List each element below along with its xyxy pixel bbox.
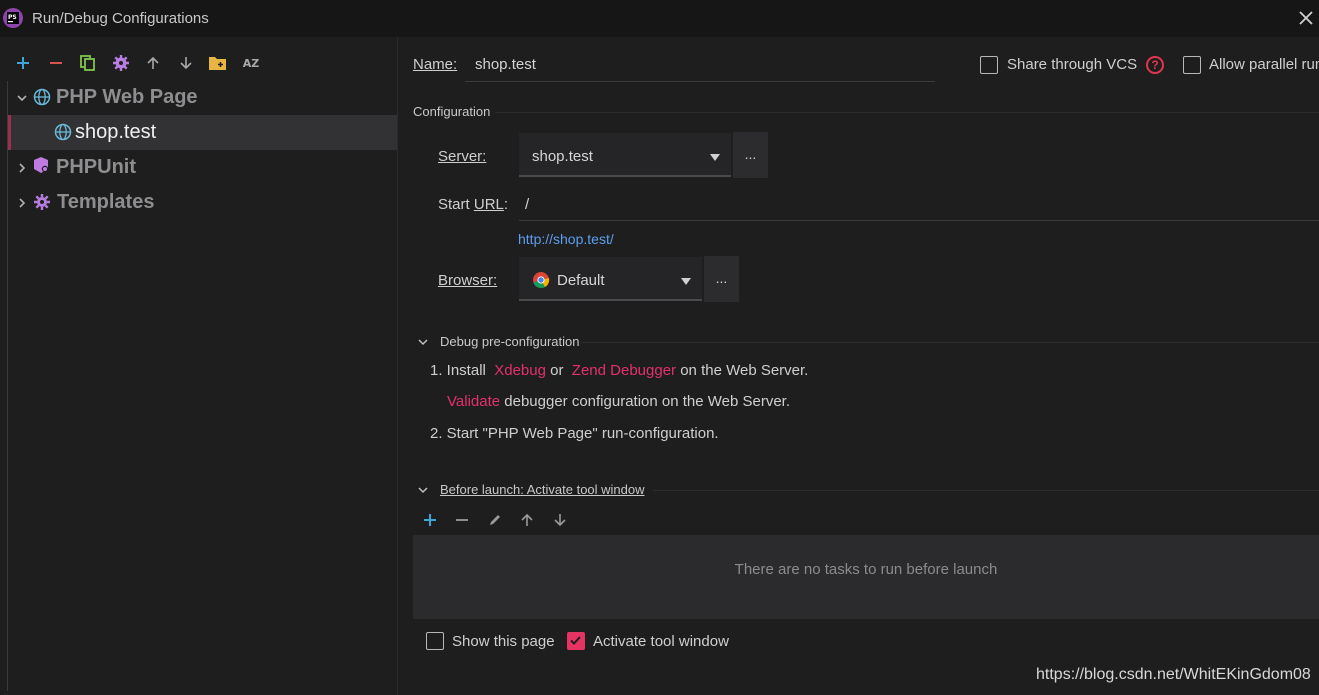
chevron-down-icon[interactable]	[16, 92, 28, 104]
before-launch-task-list[interactable]: There are no tasks to run before launch	[413, 535, 1319, 619]
chevron-right-icon[interactable]	[16, 162, 28, 174]
zend-debugger-link[interactable]: Zend Debugger	[572, 362, 676, 379]
globe-icon	[54, 123, 72, 141]
tree-item-templates[interactable]: Templates	[8, 185, 397, 220]
edit-icon[interactable]	[487, 512, 503, 528]
activate-tool-window-label[interactable]: Activate tool window	[593, 633, 729, 650]
add-icon[interactable]	[12, 52, 34, 74]
browser-label: Browser:	[438, 272, 498, 289]
new-folder-icon[interactable]	[207, 52, 229, 74]
start-url-input[interactable]: /	[525, 196, 529, 213]
share-vcs-checkbox[interactable]	[980, 56, 998, 74]
xdebug-link[interactable]: Xdebug	[494, 362, 546, 379]
name-input-underline	[465, 81, 935, 82]
section-divider	[581, 342, 1319, 343]
server-value: shop.test	[532, 148, 593, 165]
configurations-sidebar: AZ PHP Web Page shop.test PHPUnit Templa…	[0, 37, 398, 695]
validate-link[interactable]: Validate	[447, 393, 500, 410]
watermark-text: https://blog.csdn.net/WhitEKinGdom08	[1036, 666, 1311, 683]
configuration-section-title: Configuration	[413, 104, 491, 119]
before-launch-title[interactable]: Before launch: Activate tool window	[440, 482, 645, 497]
chrome-icon	[533, 272, 550, 289]
move-down-icon[interactable]	[175, 52, 197, 74]
start-url-underline	[519, 220, 1319, 221]
tree-item-label: shop.test	[75, 121, 157, 143]
remove-icon[interactable]	[45, 52, 67, 74]
settings-icon[interactable]	[110, 52, 132, 74]
svg-text:PS: PS	[8, 14, 17, 21]
show-page-label[interactable]: Show this page	[452, 633, 555, 650]
browser-more-button[interactable]: ...	[704, 256, 739, 302]
server-combobox[interactable]: shop.test	[519, 133, 731, 177]
resolved-url-link[interactable]: http://shop.test/	[518, 231, 614, 247]
chevron-down-icon[interactable]	[417, 336, 429, 348]
allow-parallel-checkbox[interactable]	[1183, 56, 1201, 74]
debug-preconfig-title[interactable]: Debug pre-configuration	[440, 334, 579, 349]
section-divider	[495, 112, 1319, 113]
tree-item-phpunit[interactable]: PHPUnit	[8, 150, 397, 185]
move-down-icon[interactable]	[552, 512, 568, 528]
add-icon[interactable]	[422, 512, 438, 528]
empty-tasks-text: There are no tasks to run before launch	[734, 561, 998, 578]
browser-value: Default	[557, 272, 605, 289]
step-install: 1. Install Xdebug or Zend Debugger on th…	[430, 362, 809, 379]
tree-item-label: Templates	[57, 191, 155, 213]
section-divider	[653, 490, 1319, 491]
name-input[interactable]: shop.test	[475, 56, 536, 73]
tree-item-shop-test[interactable]: shop.test	[8, 115, 397, 150]
move-up-icon[interactable]	[142, 52, 164, 74]
server-label: Server:	[438, 148, 487, 165]
tree-item-label: PHP Web Page	[56, 86, 198, 108]
close-icon[interactable]	[1296, 8, 1316, 28]
help-icon[interactable]: ?	[1146, 56, 1164, 74]
browser-combobox[interactable]: Default	[519, 257, 702, 301]
window-title: Run/Debug Configurations	[32, 10, 209, 27]
move-up-icon[interactable]	[519, 512, 535, 528]
phpunit-icon	[34, 157, 49, 173]
activate-tool-window-checkbox[interactable]	[567, 632, 585, 650]
copy-icon[interactable]	[77, 52, 99, 74]
dropdown-arrow-icon	[710, 154, 720, 161]
checkmark-icon	[570, 636, 581, 645]
step-validate: Validate debugger configuration on the W…	[447, 393, 791, 410]
dropdown-arrow-icon	[681, 278, 691, 285]
gear-icon	[34, 194, 50, 210]
phpstorm-app-icon: PS	[3, 8, 23, 28]
globe-icon	[33, 88, 51, 106]
configuration-editor: Name: shop.test Share through VCS ? Allo…	[399, 37, 1319, 695]
sidebar-toolbar: AZ	[0, 50, 398, 76]
chevron-down-icon[interactable]	[417, 484, 429, 496]
show-page-checkbox[interactable]	[426, 632, 444, 650]
remove-icon[interactable]	[454, 512, 470, 528]
title-bar: PS Run/Debug Configurations	[0, 0, 1319, 37]
start-url-label: Start URL:	[438, 196, 509, 213]
server-more-button[interactable]: ...	[733, 132, 768, 178]
tree-item-label: PHPUnit	[56, 156, 136, 178]
sort-az-icon[interactable]: AZ	[240, 52, 262, 74]
allow-parallel-label[interactable]: Allow parallel run	[1209, 56, 1319, 73]
chevron-right-icon[interactable]	[16, 197, 28, 209]
step-start: 2. Start "PHP Web Page" run-configuratio…	[430, 425, 719, 442]
tree-item-php-web-page[interactable]: PHP Web Page	[8, 80, 397, 115]
share-vcs-label[interactable]: Share through VCS	[1007, 56, 1137, 73]
name-label: Name:	[413, 56, 458, 73]
